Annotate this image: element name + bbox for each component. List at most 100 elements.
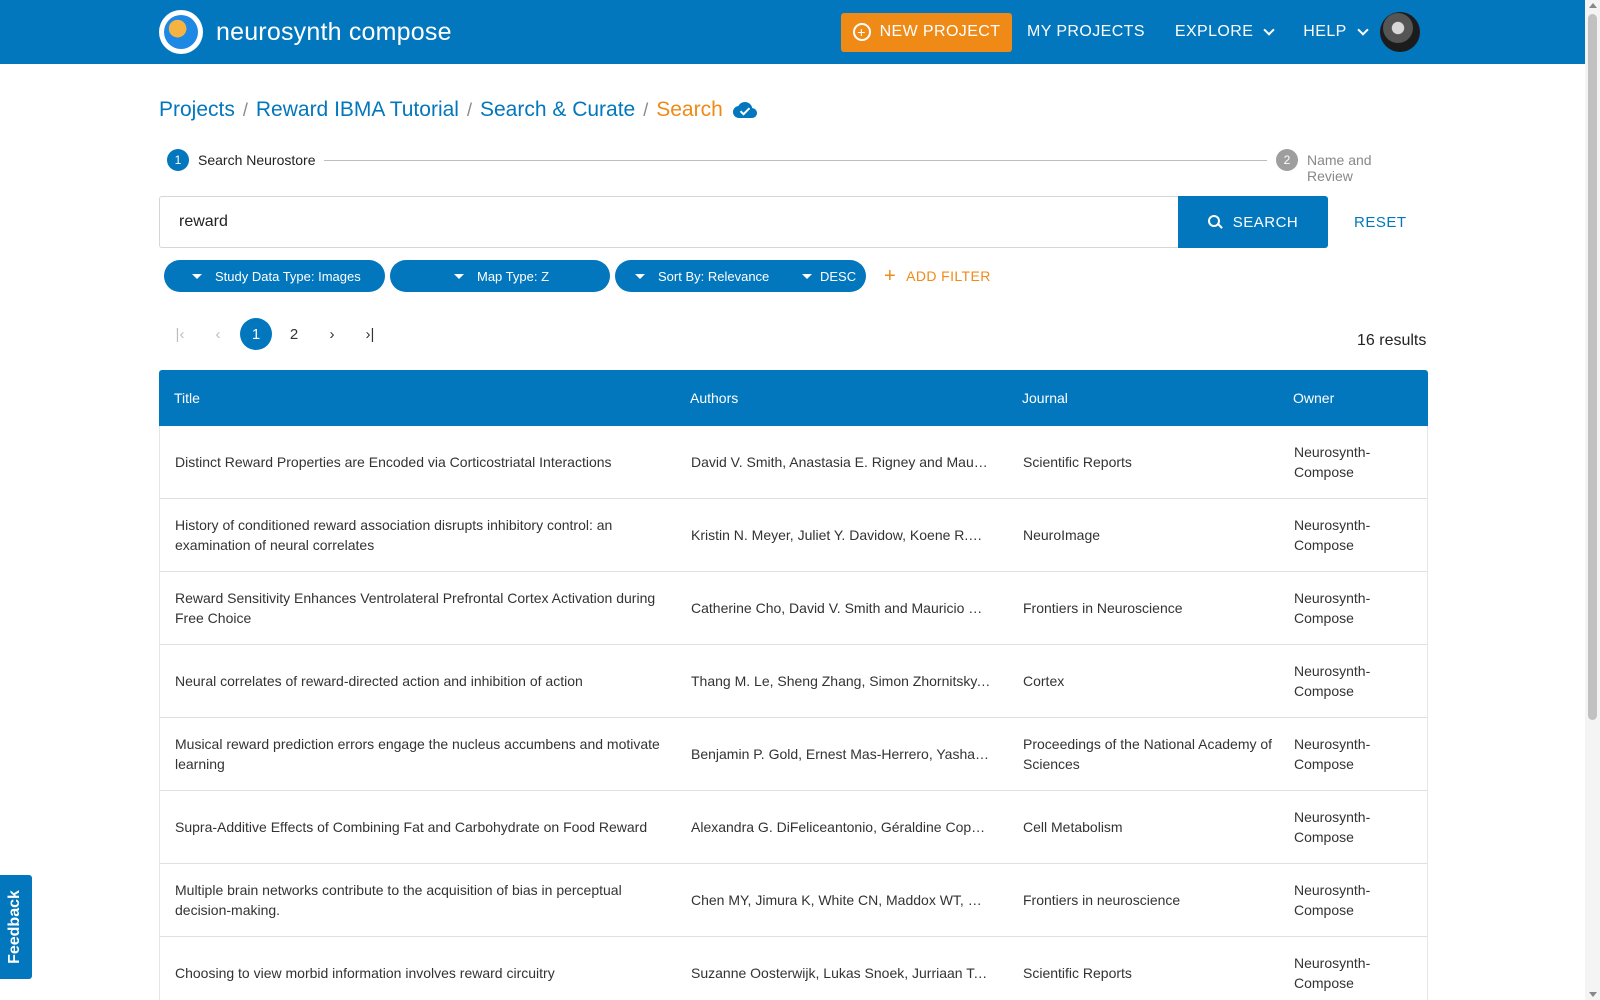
search-button[interactable]: SEARCH — [1178, 196, 1328, 248]
page-1-button[interactable]: 1 — [240, 318, 272, 350]
next-page-icon[interactable]: › — [316, 318, 348, 350]
cell-title: Neural correlates of reward-directed act… — [175, 673, 583, 689]
sort-by-filter[interactable]: Sort By: Relevance DESC — [615, 260, 866, 292]
breadcrumb-search-curate[interactable]: Search & Curate — [480, 98, 635, 122]
cell-journal: NeuroImage — [1023, 527, 1101, 543]
table-header: Title Authors Journal Owner — [159, 370, 1428, 426]
plus-icon: + — [884, 265, 897, 287]
scroll-up-icon[interactable] — [1589, 3, 1597, 8]
cell-owner: Neurosynth-Compose — [1294, 444, 1371, 480]
cell-journal: Frontiers in neuroscience — [1023, 892, 1181, 908]
header-journal: Journal — [1022, 390, 1068, 406]
search-input[interactable]: reward — [159, 196, 1178, 248]
table-row[interactable]: History of conditioned reward associatio… — [159, 499, 1428, 572]
map-type-filter[interactable]: Map Type: Z — [390, 260, 610, 292]
add-filter-button[interactable]: + ADD FILTER — [884, 266, 991, 286]
breadcrumb-current: Search — [656, 98, 723, 121]
dropdown-arrow-icon — [635, 274, 645, 279]
search-button-label: SEARCH — [1232, 213, 1299, 231]
cell-authors: Thang M. Le, Sheng Zhang, Simon Zhornits… — [691, 673, 991, 689]
first-page-icon[interactable]: |‹ — [164, 318, 196, 350]
add-filter-label: ADD FILTER — [906, 268, 991, 284]
step-1-indicator: 1 — [167, 149, 189, 171]
cell-title: History of conditioned reward associatio… — [175, 517, 613, 553]
cell-journal: Cortex — [1023, 673, 1065, 689]
add-circle-icon: + — [852, 23, 871, 41]
user-avatar[interactable] — [1380, 12, 1420, 52]
help-menu[interactable]: HELP — [1303, 23, 1369, 41]
cell-owner: Neurosynth-Compose — [1294, 517, 1371, 553]
step-2-indicator: 2 — [1276, 149, 1298, 171]
feedback-tab[interactable]: Feedback — [0, 875, 32, 979]
new-project-button[interactable]: + NEW PROJECT — [841, 12, 1012, 52]
cell-journal: Proceedings of the National Academy of S… — [1023, 736, 1273, 772]
table-row[interactable]: Neural correlates of reward-directed act… — [159, 645, 1428, 718]
cell-owner: Neurosynth-Compose — [1294, 809, 1371, 845]
breadcrumb-project[interactable]: Reward IBMA Tutorial — [256, 98, 459, 122]
cell-owner: Neurosynth-Compose — [1294, 955, 1371, 991]
cell-title: Multiple brain networks contribute to th… — [175, 882, 622, 918]
study-data-type-filter[interactable]: Study Data Type: Images — [164, 260, 385, 292]
cell-authors: David V. Smith, Anastasia E. Rigney and … — [691, 454, 991, 470]
sort-order-label[interactable]: DESC — [820, 269, 856, 284]
table-row[interactable]: Reward Sensitivity Enhances Ventrolatera… — [159, 572, 1428, 645]
cell-title: Reward Sensitivity Enhances Ventrolatera… — [175, 590, 656, 626]
nav-actions: + NEW PROJECT MY PROJECTS EXPLORE HELP — [841, 12, 1369, 52]
cell-journal: Scientific Reports — [1023, 965, 1132, 981]
feedback-label: Feedback — [6, 890, 23, 964]
breadcrumb: Projects / Reward IBMA Tutorial / Search… — [159, 96, 757, 124]
reset-button[interactable]: RESET — [1354, 214, 1407, 231]
map-type-label: Map Type: Z — [477, 268, 550, 284]
previous-page-icon[interactable]: ‹ — [202, 318, 234, 350]
cell-title: Musical reward prediction errors engage … — [175, 736, 660, 772]
header-owner: Owner — [1293, 390, 1335, 406]
results-count: 16 results — [1357, 332, 1427, 349]
explore-menu[interactable]: EXPLORE — [1175, 23, 1275, 41]
pagination: |‹ ‹ 1 2 › ›| — [164, 318, 392, 350]
filter-chips: Study Data Type: Images Map Type: Z Sort… — [164, 260, 991, 292]
cell-title: Choosing to view morbid information invo… — [175, 965, 555, 981]
brain-logo-icon — [159, 10, 203, 54]
cell-journal: Cell Metabolism — [1023, 819, 1123, 835]
sort-order-dropdown-icon[interactable] — [802, 274, 812, 279]
header-title: Title — [174, 390, 200, 406]
my-projects-link[interactable]: MY PROJECTS — [1027, 23, 1145, 41]
table-row[interactable]: Multiple brain networks contribute to th… — [159, 864, 1428, 937]
cell-authors: Catherine Cho, David V. Smith and Mauric… — [691, 600, 991, 616]
page-scrollbar[interactable] — [1585, 0, 1600, 1000]
study-data-type-label: Study Data Type: Images — [215, 268, 361, 284]
cell-authors: Kristin N. Meyer, Juliet Y. Davidow, Koe… — [691, 527, 991, 543]
cell-owner: Neurosynth-Compose — [1294, 663, 1371, 699]
step-1-label: Search Neurostore — [198, 152, 316, 168]
cell-journal: Frontiers in Neuroscience — [1023, 600, 1183, 616]
cloud-done-icon — [732, 102, 757, 118]
table-row[interactable]: Distinct Reward Properties are Encoded v… — [159, 426, 1428, 499]
page-2-button[interactable]: 2 — [278, 318, 310, 350]
table-body: Distinct Reward Properties are Encoded v… — [159, 426, 1428, 1000]
sort-by-label: Sort By: Relevance — [658, 268, 770, 284]
cell-authors: Suzanne Oosterwijk, Lukas Snoek, Jurriaa… — [691, 965, 991, 981]
breadcrumb-projects[interactable]: Projects — [159, 98, 235, 122]
table-row[interactable]: Choosing to view morbid information invo… — [159, 937, 1428, 1000]
chevron-down-icon — [1357, 23, 1369, 36]
cell-owner: Neurosynth-Compose — [1294, 736, 1371, 772]
cell-owner: Neurosynth-Compose — [1294, 882, 1371, 918]
cell-authors: Alexandra G. DiFeliceantonio, Géraldine … — [691, 819, 991, 835]
results-table: Title Authors Journal Owner Distinct Rew… — [159, 370, 1428, 1000]
cell-journal: Scientific Reports — [1023, 454, 1132, 470]
help-label: HELP — [1303, 23, 1347, 40]
new-project-label: NEW PROJECT — [879, 23, 1001, 40]
top-navbar: neurosynth compose + NEW PROJECT MY PROJ… — [0, 0, 1585, 64]
cell-title: Supra-Additive Effects of Combining Fat … — [175, 819, 648, 835]
dropdown-arrow-icon — [192, 274, 202, 279]
cell-owner: Neurosynth-Compose — [1294, 590, 1371, 626]
breadcrumb-separator: / — [466, 99, 472, 120]
table-row[interactable]: Musical reward prediction errors engage … — [159, 718, 1428, 791]
scroll-down-icon[interactable] — [1589, 992, 1597, 997]
scrollbar-thumb[interactable] — [1588, 14, 1597, 720]
cell-authors: Benjamin P. Gold, Ernest Mas-Herrero, Ya… — [691, 746, 991, 762]
stepper: 1 Search Neurostore 2 Name and Review — [167, 149, 1419, 184]
brand[interactable]: neurosynth compose — [159, 10, 452, 54]
last-page-icon[interactable]: ›| — [354, 318, 386, 350]
table-row[interactable]: Supra-Additive Effects of Combining Fat … — [159, 791, 1428, 864]
